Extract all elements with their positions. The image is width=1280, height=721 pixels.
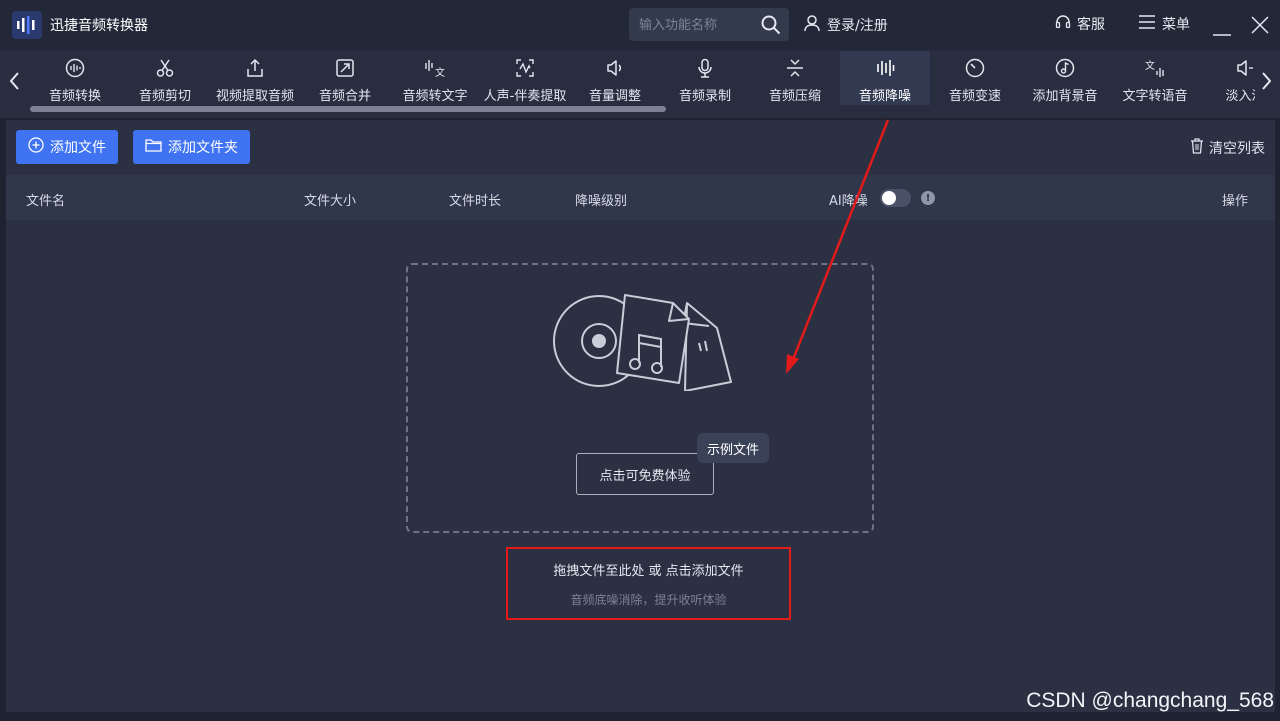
watermark: CSDN @changchang_568 bbox=[1026, 689, 1274, 712]
free-trial-button[interactable]: 点击可免费体验 bbox=[576, 453, 714, 495]
column-ai-denoise: AI降噪 bbox=[829, 194, 868, 209]
title-bar: 迅捷音频转换器 登录/注册 客服 菜单 bbox=[0, 0, 1280, 50]
tool-label: 淡入淡 bbox=[1225, 89, 1255, 104]
drop-hint-text: 拖拽文件至此处 或 点击添加文件 bbox=[553, 564, 744, 579]
compress-icon bbox=[785, 57, 805, 79]
tool-label: 音频压缩 bbox=[768, 89, 821, 104]
tool-item-4[interactable]: 音频合并 bbox=[300, 51, 390, 105]
audio-convert-icon bbox=[65, 57, 85, 79]
customer-service-label: 客服 bbox=[1077, 17, 1105, 33]
tool-item-2[interactable]: 音频剪切 bbox=[120, 51, 210, 105]
ai-denoise-toggle[interactable] bbox=[880, 189, 911, 207]
text-to-speech-icon: 文 bbox=[1144, 57, 1166, 79]
merge-icon bbox=[335, 57, 355, 79]
tool-item-13[interactable]: 文文字转语音 bbox=[1110, 51, 1200, 105]
info-icon[interactable]: ! bbox=[921, 191, 935, 205]
tool-item-3[interactable]: 视频提取音频 bbox=[210, 51, 300, 105]
drop-hint-box: 拖拽文件至此处 或 点击添加文件 音频底噪消除，提升收听体验 bbox=[506, 547, 791, 620]
add-folder-label: 添加文件夹 bbox=[168, 140, 238, 156]
svg-text:文: 文 bbox=[1145, 59, 1155, 72]
tool-item-11[interactable]: 音频变速 bbox=[930, 51, 1020, 105]
scissors-icon bbox=[155, 57, 175, 79]
app-logo-icon bbox=[12, 11, 42, 39]
audio-to-text-icon: 文 bbox=[424, 57, 446, 79]
wave-extract-icon bbox=[515, 57, 535, 79]
tool-item-1[interactable]: 音频转换 bbox=[30, 51, 120, 105]
tool-item-6[interactable]: 人声-伴奏提取 bbox=[480, 51, 570, 105]
tool-item-10[interactable]: 音频降噪 bbox=[840, 51, 930, 105]
tool-item-9[interactable]: 音频压缩 bbox=[750, 51, 840, 105]
upload-icon bbox=[245, 57, 265, 79]
login-label: 登录/注册 bbox=[827, 18, 888, 34]
tool-bar: 音频转换 音频剪切 视频提取音频 音频合并 文音频转文字 人声-伴奏提取 音量调整 音频录制 音… bbox=[0, 50, 1280, 118]
menu-button[interactable]: 菜单 bbox=[1138, 14, 1190, 34]
chevron-left-icon[interactable] bbox=[5, 68, 25, 94]
tool-label: 音频降噪 bbox=[858, 89, 911, 104]
tool-item-8[interactable]: 音频录制 bbox=[660, 51, 750, 105]
svg-text:文: 文 bbox=[435, 66, 445, 78]
column-file-duration: 文件时长 bbox=[449, 194, 502, 209]
headset-icon bbox=[1055, 14, 1071, 34]
tool-label: 视频提取音频 bbox=[215, 89, 294, 104]
microphone-icon bbox=[695, 57, 715, 79]
tool-label: 音量调整 bbox=[588, 89, 641, 104]
tool-label: 人声-伴奏提取 bbox=[483, 89, 567, 104]
drop-hint-subtext: 音频底噪消除，提升收听体验 bbox=[570, 593, 727, 607]
tool-item-12[interactable]: 添加背景音 bbox=[1020, 51, 1110, 105]
audio-files-illustration-icon bbox=[553, 291, 735, 395]
main-panel: 添加文件 添加文件夹 清空列表 文件名 文件大小 文件时长 降噪级别 AI降噪 … bbox=[6, 120, 1275, 712]
menu-label: 菜单 bbox=[1162, 17, 1190, 33]
column-denoise-level: 降噪级别 bbox=[575, 194, 628, 209]
tool-item-7[interactable]: 音量调整 bbox=[570, 51, 660, 105]
function-search[interactable] bbox=[629, 8, 789, 41]
equalizer-icon bbox=[875, 57, 895, 79]
tool-label: 音频合并 bbox=[318, 89, 371, 104]
toolbar-scrollbar[interactable] bbox=[30, 106, 666, 112]
clear-list-button[interactable]: 清空列表 bbox=[1190, 138, 1265, 158]
speed-dial-icon bbox=[965, 57, 985, 79]
tool-label: 文字转语音 bbox=[1122, 89, 1188, 104]
trash-icon bbox=[1190, 138, 1204, 158]
tool-label: 音频录制 bbox=[678, 89, 731, 104]
close-icon[interactable] bbox=[1251, 16, 1269, 38]
sample-file-tag[interactable]: 示例文件 bbox=[697, 433, 770, 463]
add-file-label: 添加文件 bbox=[50, 140, 106, 156]
file-table-header: 文件名 文件大小 文件时长 降噪级别 AI降噪 ! 操作 bbox=[6, 175, 1275, 220]
speaker-icon bbox=[605, 57, 625, 79]
column-file-size: 文件大小 bbox=[304, 194, 357, 209]
tool-label: 音频剪切 bbox=[138, 89, 191, 104]
music-note-icon bbox=[1055, 57, 1075, 79]
add-file-button[interactable]: 添加文件 bbox=[16, 130, 118, 164]
search-input[interactable] bbox=[639, 16, 754, 34]
chevron-right-icon[interactable] bbox=[1256, 68, 1276, 94]
tool-label: 音频转换 bbox=[48, 89, 101, 104]
folder-icon bbox=[145, 138, 162, 156]
tool-label: 添加背景音 bbox=[1032, 89, 1098, 104]
customer-service-button[interactable]: 客服 bbox=[1055, 14, 1105, 34]
tool-item-5[interactable]: 文音频转文字 bbox=[390, 51, 480, 105]
add-folder-button[interactable]: 添加文件夹 bbox=[133, 130, 250, 164]
clear-list-label: 清空列表 bbox=[1209, 141, 1265, 157]
tool-list: 音频转换 音频剪切 视频提取音频 音频合并 文音频转文字 人声-伴奏提取 音量调整 音频录制 音… bbox=[30, 50, 1255, 106]
search-icon[interactable] bbox=[761, 15, 781, 39]
plus-circle-icon bbox=[28, 137, 44, 157]
login-button[interactable]: 登录/注册 bbox=[803, 14, 888, 36]
fade-icon bbox=[1235, 57, 1255, 79]
tool-item-14[interactable]: 淡入淡 bbox=[1200, 51, 1255, 105]
tool-label: 音频转文字 bbox=[402, 89, 468, 104]
column-file-name: 文件名 bbox=[26, 194, 66, 209]
column-operations: 操作 bbox=[1222, 194, 1249, 209]
hamburger-icon bbox=[1138, 15, 1156, 33]
drop-zone[interactable]: 点击可免费体验 示例文件 bbox=[406, 263, 874, 533]
user-icon bbox=[803, 14, 821, 36]
minimize-icon[interactable] bbox=[1213, 22, 1231, 41]
app-title: 迅捷音频转换器 bbox=[50, 18, 148, 34]
tool-label: 音频变速 bbox=[948, 89, 1001, 104]
